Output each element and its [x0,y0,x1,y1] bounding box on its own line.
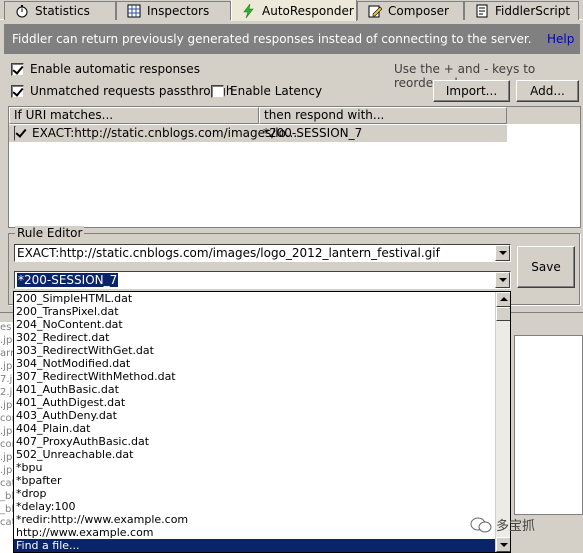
banner-text: Fiddler can return previously generated … [12,32,532,46]
session-fragment: .jp [0,400,13,411]
session-fragment: arr [0,348,13,359]
rule-editor-legend: Rule Editor [15,226,85,240]
tab-fiddlerscript[interactable]: FiddlerScript [464,1,579,20]
column-header-match[interactable]: If URI matches... [9,107,259,124]
inspect-grid-icon [127,4,141,18]
info-banner: Fiddler can return previously generated … [4,24,580,54]
session-fragment: _blu [0,504,13,515]
dropdown-option[interactable]: 407_ProxyAuthBasic.dat [14,435,510,448]
session-fragment: .jp [0,335,13,346]
session-fragment: cat [0,517,13,528]
tab-label: FiddlerScript [495,4,571,18]
tab-autoresponder[interactable]: AutoResponder [231,0,357,21]
pencil-doc-icon [368,5,382,18]
enable-auto-responses-checkbox[interactable]: Enable automatic responses [11,62,200,76]
rule-respond-cell: *200-SESSION_7 [263,126,363,140]
session-fragment: _blu [0,491,13,502]
rule-enabled-checkbox[interactable] [14,126,16,141]
session-fragment: .jp [0,452,13,463]
dropdown-option[interactable]: 200_TransPixel.dat [14,305,510,318]
import-button[interactable]: Import... [433,80,510,102]
session-fragment: cor [0,413,13,424]
watermark-text: 多宝抓 [496,519,536,534]
tab-label: AutoResponder [262,3,354,18]
passthrough-checkbox[interactable]: Unmatched requests passthrough [11,84,233,98]
sessions-list-fragment: es .jp arr .jp 7.j 2.j .jp cor .jp cor .jp .jp cat _b… [0,322,13,553]
checkbox-label: Enable automatic responses [30,62,200,76]
dropdown-option[interactable]: *drop [14,487,510,500]
respond-value: *200-SESSION_7 [17,273,119,287]
add-button[interactable]: Add... [516,80,579,102]
stopwatch-icon [16,5,28,18]
column-header-respond[interactable]: then respond with... [259,107,507,124]
scroll-thumb[interactable] [496,307,510,321]
dropdown-option[interactable]: 302_Redirect.dat [14,331,510,344]
dropdown-option[interactable]: 404_Plain.dat [14,422,510,435]
list-header: If URI matches... then respond with... [9,107,580,124]
dropdown-option[interactable]: *bpu [14,461,510,474]
rules-list[interactable]: If URI matches... then respond with... E… [8,106,581,228]
save-button[interactable]: Save [517,246,575,288]
dropdown-option[interactable]: *bpafter [14,474,510,487]
pane-splitter[interactable] [514,318,583,334]
dropdown-option[interactable]: 204_NoContent.dat [14,318,510,331]
help-link[interactable]: Help [547,32,574,46]
tab-strip: Statistics Inspectors AutoResponder Comp… [0,0,583,21]
chevron-down-icon[interactable] [495,245,510,261]
respond-combobox[interactable]: *200-SESSION_7 [14,271,511,289]
tab-statistics[interactable]: Statistics [4,1,116,20]
wechat-icon [470,517,492,532]
session-fragment: cor [0,439,13,450]
session-fragment: cat [0,478,13,489]
enable-latency-checkbox[interactable]: Enable Latency [211,84,322,98]
dropdown-option[interactable]: http://www.example.com [14,526,510,539]
checkbox-label: Unmatched requests passthrough [30,84,234,98]
dropdown-option[interactable]: *redir:http://www.example.com [14,513,510,526]
dropdown-option[interactable]: 502_Unreachable.dat [14,448,510,461]
dropdown-option[interactable]: 304_NotModified.dat [14,357,510,370]
dropdown-scrollbar[interactable] [495,292,510,552]
tab-label: Statistics [35,4,90,18]
session-fragment: .jp [0,361,13,372]
lightning-icon [243,3,254,18]
session-fragment: .jp [0,465,13,476]
dropdown-option[interactable]: 200_SimpleHTML.dat [14,292,510,305]
script-icon [476,4,488,18]
checkbox-label: Enable Latency [230,84,323,98]
checkbox-box[interactable] [211,84,224,98]
details-pane [514,335,583,515]
session-fragment: .jp [0,426,13,437]
scroll-down-icon[interactable] [496,537,510,552]
session-fragment: 2.j [0,387,13,398]
tab-label: Composer [388,4,449,18]
chevron-down-icon[interactable] [495,272,510,288]
match-combobox[interactable]: EXACT:http://static.cnblogs.com/images/l… [14,244,511,262]
scroll-up-icon[interactable] [496,292,510,307]
table-row[interactable]: EXACT:http://static.cnblogs.com/images/l… [9,125,507,142]
checkbox-box[interactable] [11,62,24,76]
tab-inspectors[interactable]: Inspectors [116,1,231,20]
dropdown-items: 200_SimpleHTML.dat 200_TransPixel.dat 204_… [14,292,510,552]
checkbox-box[interactable] [11,84,24,98]
dropdown-option[interactable]: 401_AuthBasic.dat [14,383,510,396]
tab-label: Inspectors [147,4,210,18]
session-fragment: 7.j [0,374,13,385]
watermark: 多宝抓 [470,515,535,534]
tab-composer[interactable]: Composer [357,1,464,20]
session-fragment: es [0,322,12,333]
match-value: EXACT:http://static.cnblogs.com/images/l… [17,246,440,260]
dropdown-option[interactable]: 303_RedirectWithGet.dat [14,344,510,357]
dropdown-option[interactable]: 307_RedirectWithMethod.dat [14,370,510,383]
dropdown-option[interactable]: *delay:100 [14,500,510,513]
rule-match-cell: EXACT:http://static.cnblogs.com/images/l… [32,126,298,140]
dropdown-option[interactable]: 403_AuthDeny.dat [14,409,510,422]
respond-dropdown-list[interactable]: 200_SimpleHTML.dat 200_TransPixel.dat 204_… [13,291,511,553]
dropdown-option[interactable]: 401_AuthDigest.dat [14,396,510,409]
dropdown-option[interactable]: Find a file... [14,539,510,552]
